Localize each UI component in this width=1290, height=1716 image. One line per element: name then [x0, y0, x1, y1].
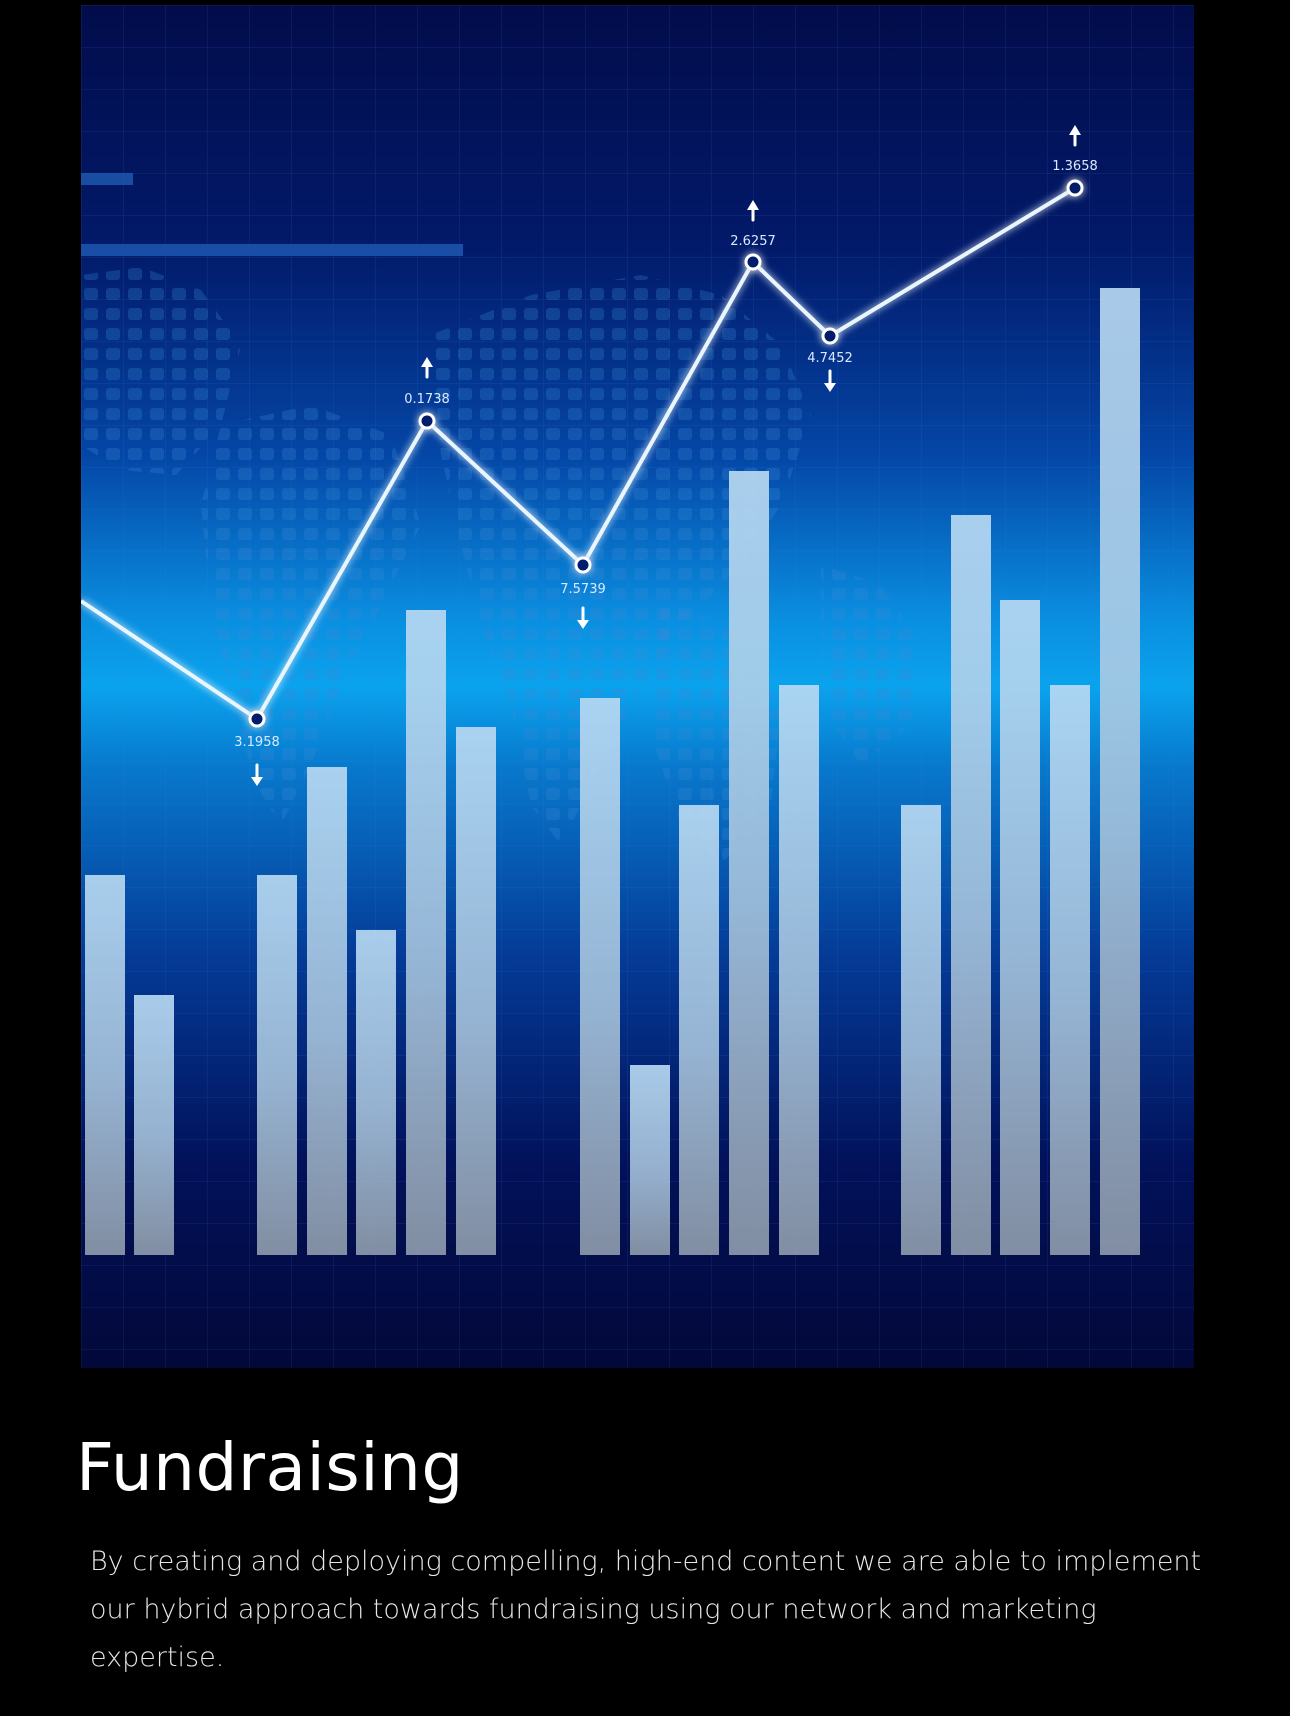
bar	[257, 875, 297, 1255]
trend-point	[248, 710, 266, 728]
point-label: 1.3658	[1052, 159, 1098, 174]
bar	[901, 805, 941, 1255]
point-label: 0.1738	[404, 392, 450, 407]
trend-point	[821, 327, 839, 345]
section-description: By creating and deploying compelling, hi…	[90, 1546, 1202, 1673]
bar	[1100, 288, 1140, 1255]
bar	[1050, 685, 1090, 1255]
bar	[356, 930, 396, 1255]
bar	[456, 727, 496, 1255]
decor-stripe-short	[81, 173, 133, 185]
trend-point	[1066, 179, 1084, 197]
section-title: Fundraising	[76, 1429, 464, 1506]
stock-chart-illustration: 3.1958 0.1738 7.5739 2.6257 4.7452 1.365…	[81, 5, 1194, 1368]
point-label: 2.6257	[730, 234, 776, 249]
bar	[307, 767, 347, 1255]
bar	[779, 685, 819, 1255]
bar	[406, 610, 446, 1255]
point-label: 7.5739	[560, 582, 606, 597]
trend-point	[574, 556, 592, 574]
bar	[630, 1065, 670, 1255]
bar	[951, 515, 991, 1255]
bar	[134, 995, 174, 1255]
trend-point	[744, 253, 762, 271]
point-label: 3.1958	[234, 735, 280, 750]
point-label: 4.7452	[807, 351, 853, 366]
bar	[580, 698, 620, 1255]
hero-image: 3.1958 0.1738 7.5739 2.6257 4.7452 1.365…	[81, 5, 1194, 1368]
trend-point	[418, 412, 436, 430]
bar	[729, 471, 769, 1255]
bar	[1000, 600, 1040, 1255]
bar	[85, 875, 125, 1255]
bar	[679, 805, 719, 1255]
decor-stripe-long	[81, 244, 463, 256]
